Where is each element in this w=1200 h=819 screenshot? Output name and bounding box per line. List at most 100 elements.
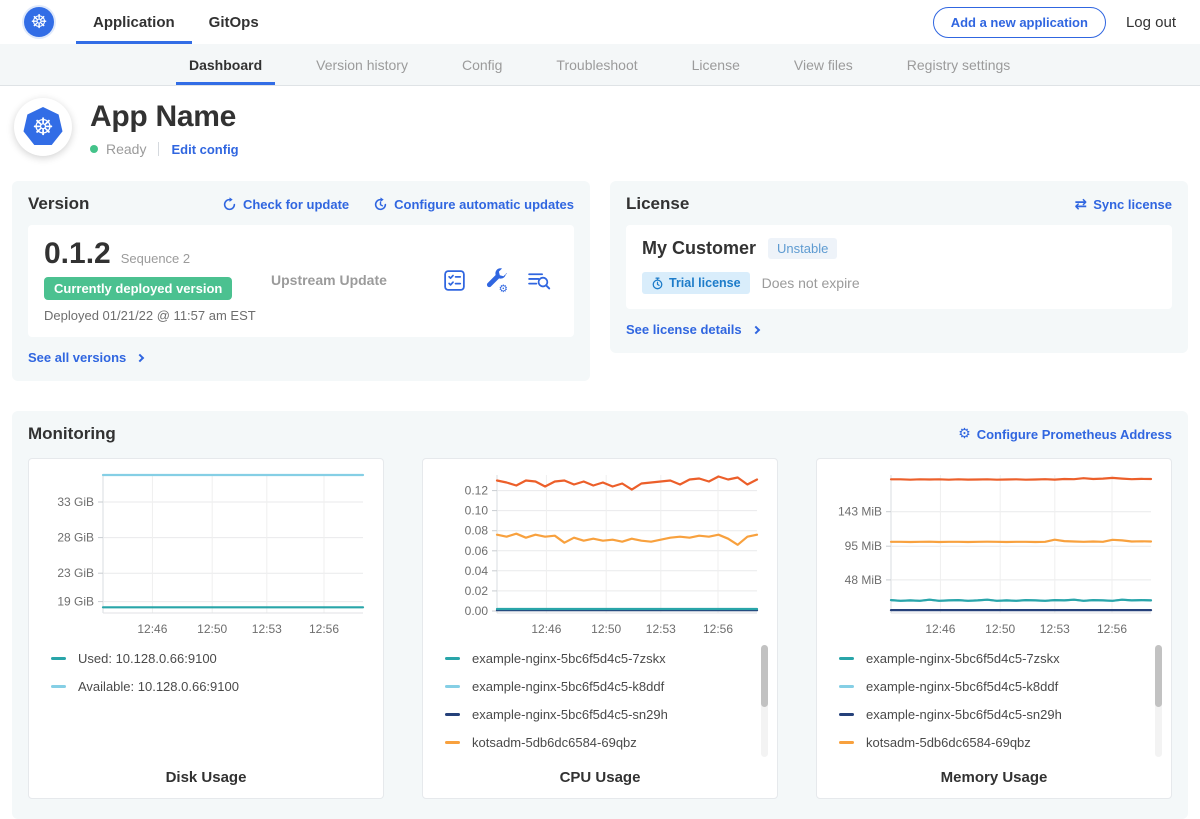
topnav-tabs: Application GitOps	[76, 0, 276, 44]
legend-label: example-nginx-5bc6f5d4c5-sn29h	[866, 707, 1062, 722]
chart-legend: example-nginx-5bc6f5d4c5-7zskx example-ng…	[423, 641, 777, 763]
version-number: 0.1.2	[44, 237, 111, 271]
legend-item[interactable]: example-nginx-5bc6f5d4c5-7zskx	[445, 651, 751, 666]
svg-text:143 MiB: 143 MiB	[838, 505, 882, 519]
sync-license-link[interactable]: ⇄ Sync license	[1075, 197, 1172, 212]
legend-scrollbar[interactable]	[761, 645, 768, 757]
legend-item[interactable]: Used: 10.128.0.66:9100	[51, 651, 357, 666]
svg-text:12:46: 12:46	[531, 622, 561, 636]
legend-label: kotsadm-5db6dc6584-69qbz	[472, 735, 637, 750]
edit-config-link[interactable]: Edit config	[171, 142, 238, 157]
legend-scrollbar-thumb[interactable]	[1155, 645, 1162, 707]
app-status-text: Ready	[106, 141, 146, 157]
svg-text:0.12: 0.12	[465, 484, 489, 498]
svg-text:0.08: 0.08	[465, 524, 489, 538]
check-for-update-link[interactable]: Check for update	[222, 197, 349, 212]
svg-text:28 GiB: 28 GiB	[57, 531, 94, 545]
legend-item[interactable]: example-nginx-5bc6f5d4c5-k8ddf	[445, 679, 751, 694]
svg-text:12:56: 12:56	[703, 622, 733, 636]
disk-usage-chart-card: 33 GiB28 GiB23 GiB19 GiB12:4612:5012:531…	[28, 458, 384, 799]
chart-legend: example-nginx-5bc6f5d4c5-7zskx example-ng…	[817, 641, 1171, 763]
sync-arrows-icon: ⇄	[1075, 197, 1088, 212]
legend-item[interactable]: example-nginx-5bc6f5d4c5-k8ddf	[839, 679, 1145, 694]
svg-text:12:50: 12:50	[985, 622, 1015, 636]
kubernetes-logo-icon: ☸	[24, 7, 54, 37]
see-license-details-link[interactable]: See license details	[626, 322, 759, 337]
subnav-license[interactable]: License	[679, 44, 753, 85]
legend-color-dash-icon	[839, 713, 854, 716]
topnav-right: Add a new application Log out	[933, 0, 1176, 44]
legend-label: kotsadm-5db6dc6584-69qbz	[866, 735, 1031, 750]
subnav-dashboard[interactable]: Dashboard	[176, 44, 275, 85]
app-name-title: App Name	[90, 100, 239, 134]
chevron-right-icon	[751, 325, 759, 333]
top-navbar: ☸ Application GitOps Add a new applicati…	[0, 0, 1200, 44]
svg-text:19 GiB: 19 GiB	[57, 595, 94, 609]
chart-title: CPU Usage	[423, 763, 777, 786]
summary-cards-row: Version Check for update Configure au	[0, 181, 1200, 381]
version-source: Upstream Update	[259, 272, 442, 288]
config-wrench-icon[interactable]: ⚙	[484, 268, 509, 293]
stopwatch-icon	[651, 277, 664, 290]
legend-item[interactable]: Available: 10.128.0.66:9100	[51, 679, 357, 694]
legend-item[interactable]: example-nginx-5bc6f5d4c5-sn29h	[839, 707, 1145, 722]
configure-prometheus-link[interactable]: ⚙ Configure Prometheus Address	[958, 427, 1172, 442]
deploy-logs-icon[interactable]	[526, 268, 552, 293]
svg-text:12:46: 12:46	[925, 622, 955, 636]
current-version-box: 0.1.2 Sequence 2 Currently deployed vers…	[28, 225, 574, 337]
legend-color-dash-icon	[839, 741, 854, 744]
deployed-date: Deployed 01/21/22 @ 11:57 am EST	[44, 308, 259, 323]
see-all-versions-link[interactable]: See all versions	[28, 350, 143, 365]
chart-plot: 33 GiB28 GiB23 GiB19 GiB12:4612:5012:531…	[29, 467, 383, 641]
preflight-checks-icon[interactable]	[442, 268, 467, 293]
chart-plot: 143 MiB95 MiB48 MiB12:4612:5012:5312:56	[817, 467, 1171, 641]
svg-text:12:56: 12:56	[309, 622, 339, 636]
svg-text:0.10: 0.10	[465, 504, 489, 518]
tab-gitops[interactable]: GitOps	[192, 0, 276, 44]
currently-deployed-badge: Currently deployed version	[44, 277, 232, 300]
subnav-troubleshoot[interactable]: Troubleshoot	[543, 44, 650, 85]
subnav-version-history[interactable]: Version history	[303, 44, 421, 85]
svg-text:12:56: 12:56	[1097, 622, 1127, 636]
app-kubernetes-icon: ☸	[14, 98, 72, 156]
see-all-versions-row: See all versions	[28, 349, 574, 367]
svg-text:☸: ☸	[32, 113, 54, 141]
app-subnav: Dashboard Version history Config Trouble…	[0, 44, 1200, 86]
legend-color-dash-icon	[51, 685, 66, 688]
svg-text:12:53: 12:53	[1040, 622, 1070, 636]
tab-application-label: Application	[93, 14, 175, 31]
monitoring-card: Monitoring ⚙ Configure Prometheus Addres…	[12, 411, 1188, 819]
configure-automatic-updates-link[interactable]: Configure automatic updates	[373, 197, 574, 212]
version-sequence: Sequence 2	[121, 251, 190, 266]
legend-scrollbar[interactable]	[1155, 645, 1162, 757]
app-status-row: Ready Edit config	[90, 141, 239, 157]
subnav-registry-settings[interactable]: Registry settings	[894, 44, 1023, 85]
legend-scrollbar-thumb[interactable]	[761, 645, 768, 707]
line-chart-svg: 33 GiB28 GiB23 GiB19 GiB12:4612:5012:531…	[41, 467, 371, 641]
legend-item[interactable]: kotsadm-5db6dc6584-69qbz	[839, 735, 1145, 750]
see-license-details-row: See license details	[626, 321, 1172, 339]
subnav-view-files[interactable]: View files	[781, 44, 866, 85]
chevron-right-icon	[136, 353, 144, 361]
app-header: ☸ App Name Ready Edit config	[0, 86, 1200, 171]
memory-usage-chart-card: 143 MiB95 MiB48 MiB12:4612:5012:5312:56 …	[816, 458, 1172, 799]
subnav-config[interactable]: Config	[449, 44, 515, 85]
refresh-icon	[222, 197, 237, 212]
legend-color-dash-icon	[51, 657, 66, 660]
chart-title: Disk Usage	[29, 763, 383, 786]
monitoring-header: Monitoring ⚙ Configure Prometheus Addres…	[28, 424, 1172, 444]
logout-link[interactable]: Log out	[1126, 14, 1176, 31]
legend-item[interactable]: kotsadm-5db6dc6584-69qbz	[445, 735, 751, 750]
chart-legend: Used: 10.128.0.66:9100 Available: 10.128.…	[29, 641, 383, 763]
tab-application[interactable]: Application	[76, 0, 192, 44]
legend-label: example-nginx-5bc6f5d4c5-7zskx	[866, 651, 1060, 666]
legend-item[interactable]: example-nginx-5bc6f5d4c5-7zskx	[839, 651, 1145, 666]
svg-text:12:53: 12:53	[252, 622, 282, 636]
add-application-button[interactable]: Add a new application	[933, 7, 1106, 38]
license-card: License ⇄ Sync license My Customer Unsta…	[610, 181, 1188, 353]
cpu-usage-chart-card: 0.120.100.080.060.040.020.0012:4612:5012…	[422, 458, 778, 799]
legend-label: example-nginx-5bc6f5d4c5-k8ddf	[472, 679, 664, 694]
legend-item[interactable]: example-nginx-5bc6f5d4c5-sn29h	[445, 707, 751, 722]
version-card-title: Version	[28, 194, 89, 214]
svg-text:0.00: 0.00	[465, 604, 489, 618]
